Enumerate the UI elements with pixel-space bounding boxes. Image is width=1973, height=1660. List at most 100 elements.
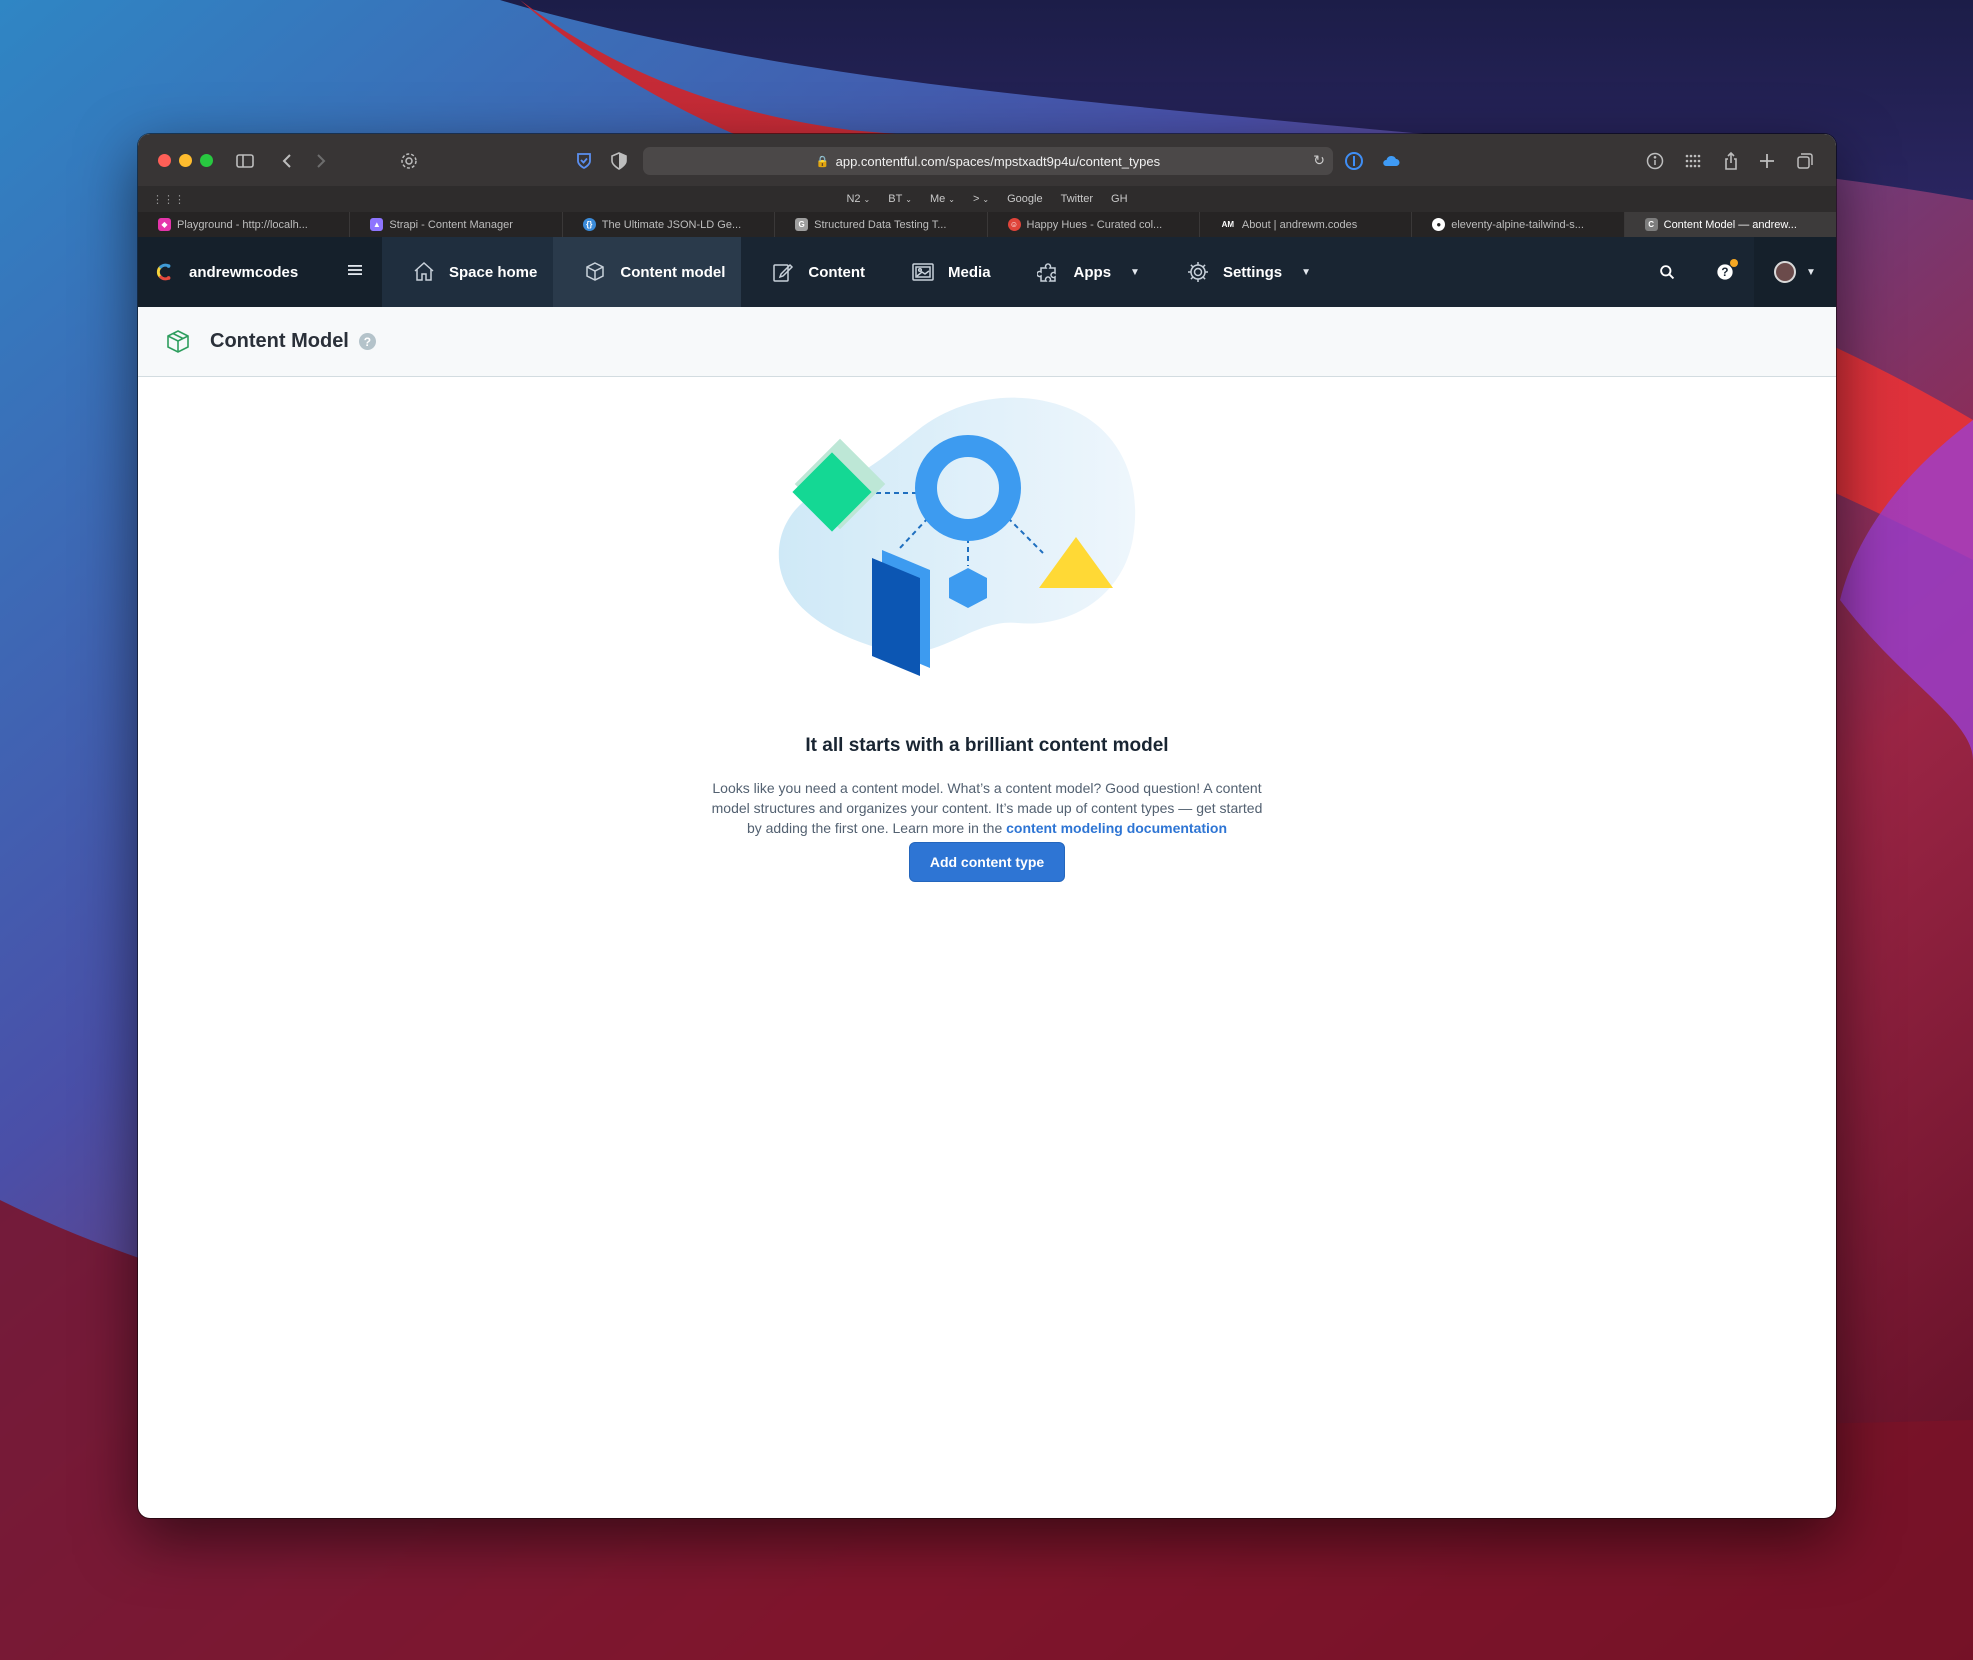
favorite-gh[interactable]: GH: [1111, 193, 1128, 205]
window-controls: [158, 154, 213, 167]
svg-text:?: ?: [1721, 266, 1728, 279]
nav-item-label: Space home: [449, 263, 538, 281]
search-icon[interactable]: [1638, 237, 1696, 307]
content-model-illustration: [778, 397, 1136, 676]
caret-down-icon: ▼: [1130, 266, 1140, 278]
main-nav: Space home Content model Content Media A…: [382, 237, 1327, 307]
edit-icon: [773, 263, 794, 282]
am-icon: AM: [1219, 218, 1236, 231]
browser-tab[interactable]: ● eleventy-alpine-tailwind-s...: [1411, 212, 1623, 237]
browser-tab[interactable]: ☺ Happy Hues - Curated col...: [986, 212, 1199, 237]
content-modeling-docs-link[interactable]: content modeling documentation: [1006, 820, 1227, 836]
favorite-google[interactable]: Google: [1007, 193, 1042, 205]
account-menu[interactable]: ▼: [1754, 237, 1836, 307]
maximize-window-button[interactable]: [200, 154, 213, 167]
strapi-icon: ▲: [370, 218, 384, 231]
nav-item-label: Content model: [620, 263, 726, 281]
favorite-twitter[interactable]: Twitter: [1061, 193, 1093, 205]
nav-item-content-model[interactable]: Content model: [553, 237, 742, 307]
tab-overview-icon[interactable]: [1794, 150, 1816, 172]
tab-title: eleventy-alpine-tailwind-s...: [1451, 218, 1584, 231]
browser-tab[interactable]: {} The Ultimate JSON-LD Ge...: [561, 212, 774, 237]
close-window-button[interactable]: [158, 154, 171, 167]
favorite-folder-more[interactable]: > ⌄: [973, 193, 989, 205]
space-name: andrewmcodes: [189, 263, 299, 281]
browser-tab[interactable]: AM About | andrewm.codes: [1198, 212, 1411, 237]
favorites-bar: ⋮⋮⋮ N2 ⌄ BT ⌄ Me ⌄ > ⌄ Google Twitter GH: [138, 186, 1836, 212]
bitwarden-shield-icon[interactable]: [573, 150, 595, 172]
empty-state-description: Looks like you need a content model. Wha…: [707, 778, 1267, 838]
tab-title: Strapi - Content Manager: [389, 218, 513, 231]
tab-title: Content Model — andrew...: [1663, 218, 1797, 231]
sidebar-toggle-icon[interactable]: [234, 150, 256, 172]
1password-icon[interactable]: [1343, 150, 1365, 172]
tab-title: Playground - http://localh...: [177, 218, 308, 231]
favorites-grid-icon[interactable]: ⋮⋮⋮: [152, 193, 185, 206]
avatar: [1774, 261, 1797, 283]
page-title: Content Model: [210, 330, 349, 352]
browser-tab[interactable]: G Structured Data Testing T...: [774, 212, 986, 237]
notification-dot: [1730, 259, 1738, 267]
nav-utilities: ? ▼: [1638, 237, 1836, 307]
url-text: app.contentful.com/spaces/mpstxadt9p4u/c…: [835, 153, 1161, 169]
home-icon: [414, 261, 434, 281]
lock-icon: 🔒: [815, 155, 830, 168]
nav-item-settings[interactable]: Settings ▼: [1156, 237, 1327, 307]
nav-item-label: Content: [808, 263, 866, 281]
extension-settings-icon[interactable]: [398, 150, 420, 172]
add-content-type-button[interactable]: Add content type: [909, 842, 1065, 882]
github-icon: ●: [1432, 218, 1446, 231]
nav-item-label: Apps: [1073, 263, 1112, 281]
browser-tab[interactable]: ◆ Playground - http://localh...: [138, 212, 349, 237]
browser-window: 🔒 app.contentful.com/spaces/mpstxadt9p4u…: [138, 134, 1836, 1518]
contentful-icon: C: [1644, 218, 1658, 231]
new-tab-icon[interactable]: [1756, 150, 1778, 172]
extensions-grid-icon[interactable]: [1682, 150, 1704, 172]
content-model-icon: [586, 262, 605, 281]
nav-item-label: Media: [948, 263, 991, 281]
contentful-logo-icon: [156, 263, 171, 281]
contentful-top-nav: andrewmcodes Space home Content model Co…: [138, 237, 1836, 307]
google-icon: G: [795, 218, 809, 231]
tab-bar: ◆ Playground - http://localh... ▲ Strapi…: [138, 212, 1836, 237]
nav-item-content[interactable]: Content: [741, 237, 881, 307]
icloud-icon[interactable]: [1380, 150, 1402, 172]
jsonld-icon: {}: [582, 218, 596, 231]
help-question-icon[interactable]: ?: [358, 333, 376, 350]
puzzle-icon: [1036, 263, 1056, 282]
content-model-icon: [167, 329, 189, 353]
reload-icon[interactable]: ↻: [1313, 152, 1325, 169]
caret-down-icon: ▼: [1301, 266, 1312, 278]
happyhues-icon: ☺: [1007, 218, 1021, 231]
nav-item-space-home[interactable]: Space home: [382, 237, 554, 307]
browser-toolbar: 🔒 app.contentful.com/spaces/mpstxadt9p4u…: [138, 134, 1836, 186]
minimize-window-button[interactable]: [179, 154, 192, 167]
favorite-folder-me[interactable]: Me ⌄: [930, 193, 955, 205]
browser-tab[interactable]: ▲ Strapi - Content Manager: [349, 212, 561, 237]
hamburger-menu-icon[interactable]: [346, 261, 364, 279]
share-icon[interactable]: [1720, 150, 1742, 172]
space-switcher[interactable]: andrewmcodes: [138, 237, 382, 307]
privacy-shield-icon[interactable]: [608, 150, 630, 172]
nav-item-apps[interactable]: Apps ▼: [1007, 237, 1156, 307]
tab-title: Structured Data Testing T...: [814, 218, 947, 231]
browser-tab-active[interactable]: C Content Model — andrew...: [1623, 212, 1836, 237]
empty-state-heading: It all starts with a brilliant content m…: [805, 735, 1169, 756]
tab-title: About | andrewm.codes: [1241, 218, 1358, 231]
tab-title: The Ultimate JSON-LD Ge...: [601, 218, 742, 231]
page-header: Content Model ?: [138, 307, 1836, 377]
favorite-folder-bt[interactable]: BT ⌄: [888, 193, 912, 205]
caret-down-icon: ▼: [1806, 266, 1816, 278]
address-bar[interactable]: 🔒 app.contentful.com/spaces/mpstxadt9p4u…: [643, 147, 1333, 175]
tab-title: Happy Hues - Curated col...: [1026, 218, 1163, 231]
media-icon: [912, 263, 934, 281]
graphql-icon: ◆: [158, 218, 171, 231]
info-icon[interactable]: [1644, 150, 1666, 172]
forward-icon[interactable]: [310, 150, 332, 172]
back-icon[interactable]: [276, 150, 298, 172]
favorite-folder-n2[interactable]: N2 ⌄: [846, 193, 870, 205]
gear-icon: [1187, 262, 1208, 282]
help-center-icon[interactable]: ?: [1696, 237, 1754, 307]
nav-item-media[interactable]: Media: [881, 237, 1007, 307]
nav-item-label: Settings: [1222, 263, 1283, 281]
